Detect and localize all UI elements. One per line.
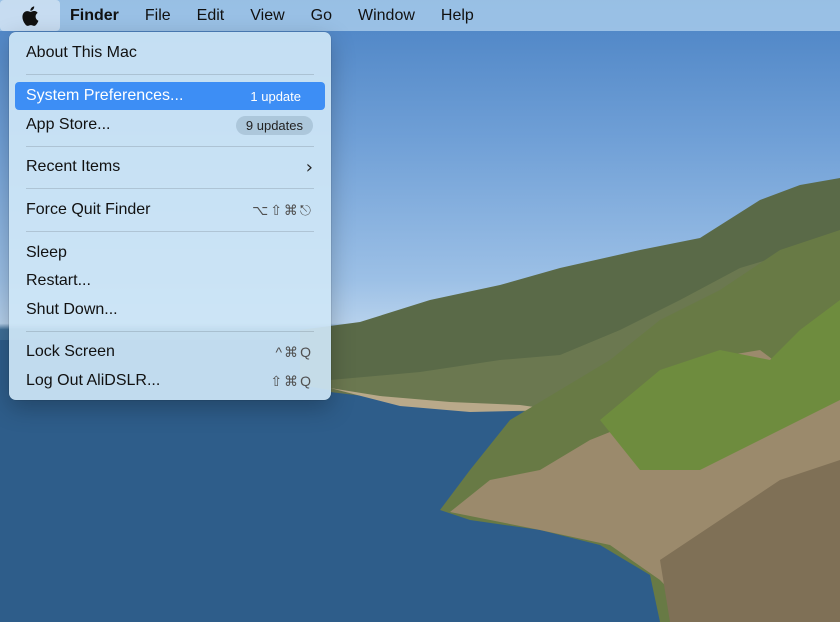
menubar-item-edit[interactable]: Edit bbox=[184, 0, 238, 31]
update-badge: 9 updates bbox=[235, 115, 313, 135]
menu-item-label: Lock Screen bbox=[26, 343, 115, 360]
menu-item-label: Shut Down... bbox=[26, 301, 118, 318]
menubar-item-go[interactable]: Go bbox=[298, 0, 345, 31]
menu-separator bbox=[26, 331, 314, 332]
keyboard-shortcut: ⌥⇧⌘⎋ bbox=[252, 201, 313, 218]
apple-dropdown-menu: About This Mac System Preferences... 1 u… bbox=[9, 32, 331, 400]
menubar-item-window[interactable]: Window bbox=[345, 0, 428, 31]
menu-item-about-this-mac[interactable]: About This Mac bbox=[15, 39, 325, 67]
menu-item-label: System Preferences... bbox=[26, 87, 184, 104]
menu-item-label: About This Mac bbox=[26, 44, 137, 61]
menu-item-label: App Store... bbox=[26, 116, 111, 133]
menu-item-log-out[interactable]: Log Out AliDSLR... ⇧⌘Q bbox=[15, 367, 325, 395]
menu-item-recent-items[interactable]: Recent Items › bbox=[15, 153, 325, 181]
menu-item-app-store[interactable]: App Store... 9 updates bbox=[15, 111, 325, 139]
keyboard-shortcut: ⇧⌘Q bbox=[270, 372, 313, 389]
menu-item-force-quit[interactable]: Force Quit Finder ⌥⇧⌘⎋ bbox=[15, 196, 325, 224]
menu-item-label: Force Quit Finder bbox=[26, 201, 151, 218]
menubar-item-finder[interactable]: Finder bbox=[60, 0, 132, 31]
update-badge: 1 update bbox=[250, 88, 301, 104]
apple-menu-button[interactable] bbox=[0, 0, 60, 31]
menubar-item-file[interactable]: File bbox=[132, 0, 184, 31]
menu-separator bbox=[26, 188, 314, 189]
menu-item-label: Log Out AliDSLR... bbox=[26, 372, 161, 389]
keyboard-shortcut: ^⌘Q bbox=[275, 343, 313, 360]
menu-separator bbox=[26, 146, 314, 147]
menu-item-restart[interactable]: Restart... bbox=[15, 267, 325, 295]
menu-item-label: Restart... bbox=[26, 272, 91, 289]
menu-item-system-preferences[interactable]: System Preferences... 1 update bbox=[15, 82, 325, 110]
chevron-right-icon: › bbox=[305, 156, 313, 178]
apple-logo-icon bbox=[22, 5, 39, 26]
menu-separator bbox=[26, 74, 314, 75]
menu-item-lock-screen[interactable]: Lock Screen ^⌘Q bbox=[15, 338, 325, 366]
menubar-item-view[interactable]: View bbox=[237, 0, 297, 31]
menu-bar: Finder File Edit View Go Window Help bbox=[0, 0, 840, 31]
menubar-item-help[interactable]: Help bbox=[428, 0, 487, 31]
menu-item-label: Sleep bbox=[26, 244, 67, 261]
menu-separator bbox=[26, 231, 314, 232]
menu-item-shut-down[interactable]: Shut Down... bbox=[15, 296, 325, 324]
menu-item-sleep[interactable]: Sleep bbox=[15, 239, 325, 267]
menu-item-label: Recent Items bbox=[26, 158, 121, 175]
